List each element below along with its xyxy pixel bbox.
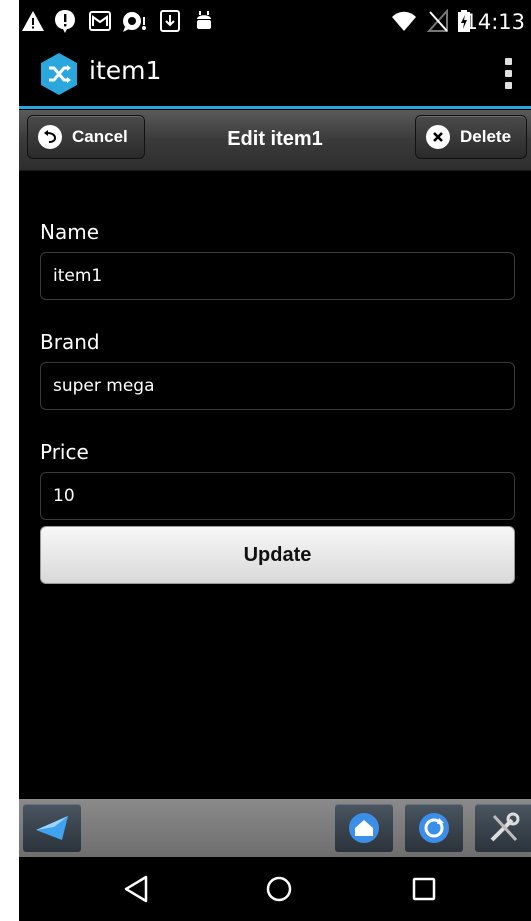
home-icon[interactable] (335, 804, 393, 852)
price-field[interactable]: 10 (40, 472, 515, 520)
name-field[interactable]: item1 (40, 252, 515, 300)
android-debug-icon (197, 11, 211, 29)
status-bar: 14:13 (19, 0, 531, 42)
overflow-menu-icon[interactable] (505, 58, 513, 92)
bottom-toolbar (19, 799, 531, 857)
back-arrow-icon[interactable] (23, 804, 81, 852)
delete-label: Delete (460, 127, 512, 146)
nav-back-icon[interactable] (122, 874, 150, 904)
action-bar-divider (19, 106, 531, 109)
alert-bubble-icon (55, 10, 75, 33)
update-button[interactable]: Update (40, 526, 515, 584)
brand-field[interactable]: super mega (40, 362, 515, 410)
header-bar: Cancel Edit item1 Delete (19, 110, 531, 171)
delete-button[interactable]: Delete (415, 115, 527, 159)
download-icon (160, 10, 180, 32)
warning-icon (22, 11, 44, 31)
action-bar: item1 (19, 42, 531, 106)
tools-icon[interactable] (475, 804, 531, 852)
wifi-icon (392, 11, 416, 31)
chat-icon (123, 12, 146, 32)
nav-recents-icon[interactable] (409, 874, 439, 904)
nav-home-icon[interactable] (264, 874, 294, 904)
close-icon (426, 125, 450, 149)
clock: 14:13 (464, 10, 525, 34)
no-signal-icon (427, 9, 448, 32)
app-title: item1 (89, 56, 162, 85)
price-label: Price (40, 440, 89, 464)
name-label: Name (40, 220, 100, 244)
gmail-icon (89, 11, 111, 31)
edit-form: Name item1 Brand super mega Price 10 (40, 200, 515, 520)
brand-label: Brand (40, 330, 100, 354)
navigation-bar (19, 857, 531, 921)
device-screen: 14:13 item1 Cancel Edit item1 Delete Nam… (19, 0, 531, 921)
refresh-icon[interactable] (405, 804, 463, 852)
shuffle-hexagon-icon[interactable] (37, 52, 81, 96)
